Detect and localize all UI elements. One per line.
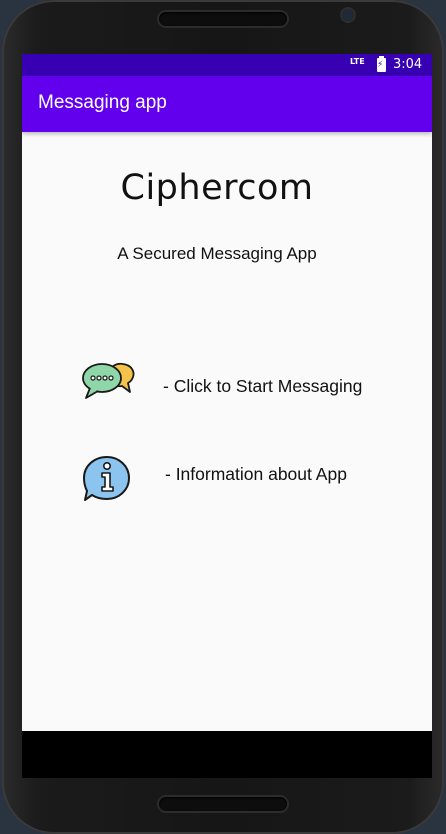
info-icon[interactable] bbox=[82, 454, 136, 504]
start-messaging-button[interactable]: - Click to Start Messaging bbox=[22, 358, 432, 418]
brand-title: Ciphercom bbox=[120, 168, 314, 208]
top-speaker bbox=[159, 12, 287, 26]
app-bar: Messaging app bbox=[22, 76, 432, 132]
status-time: 3:04 bbox=[393, 57, 423, 72]
status-bar: LTE 3:04 bbox=[22, 54, 432, 76]
front-camera bbox=[342, 9, 354, 21]
tagline: A Secured Messaging App bbox=[117, 244, 317, 263]
battery-charging-icon bbox=[377, 56, 386, 72]
phone-frame: LTE 3:04 Messaging app Ciphercom A Secur… bbox=[2, 0, 444, 834]
network-indicator: LTE bbox=[350, 57, 365, 66]
app-title: Messaging app bbox=[38, 92, 167, 113]
screen: LTE 3:04 Messaging app Ciphercom A Secur… bbox=[22, 54, 432, 731]
app-info-label[interactable]: - Information about App bbox=[165, 464, 347, 485]
bottom-speaker bbox=[159, 797, 287, 811]
navigation-area bbox=[22, 731, 432, 778]
chat-bubbles-icon[interactable] bbox=[82, 358, 136, 408]
app-info-button[interactable]: - Information about App bbox=[22, 454, 432, 514]
start-messaging-label[interactable]: - Click to Start Messaging bbox=[163, 376, 362, 397]
